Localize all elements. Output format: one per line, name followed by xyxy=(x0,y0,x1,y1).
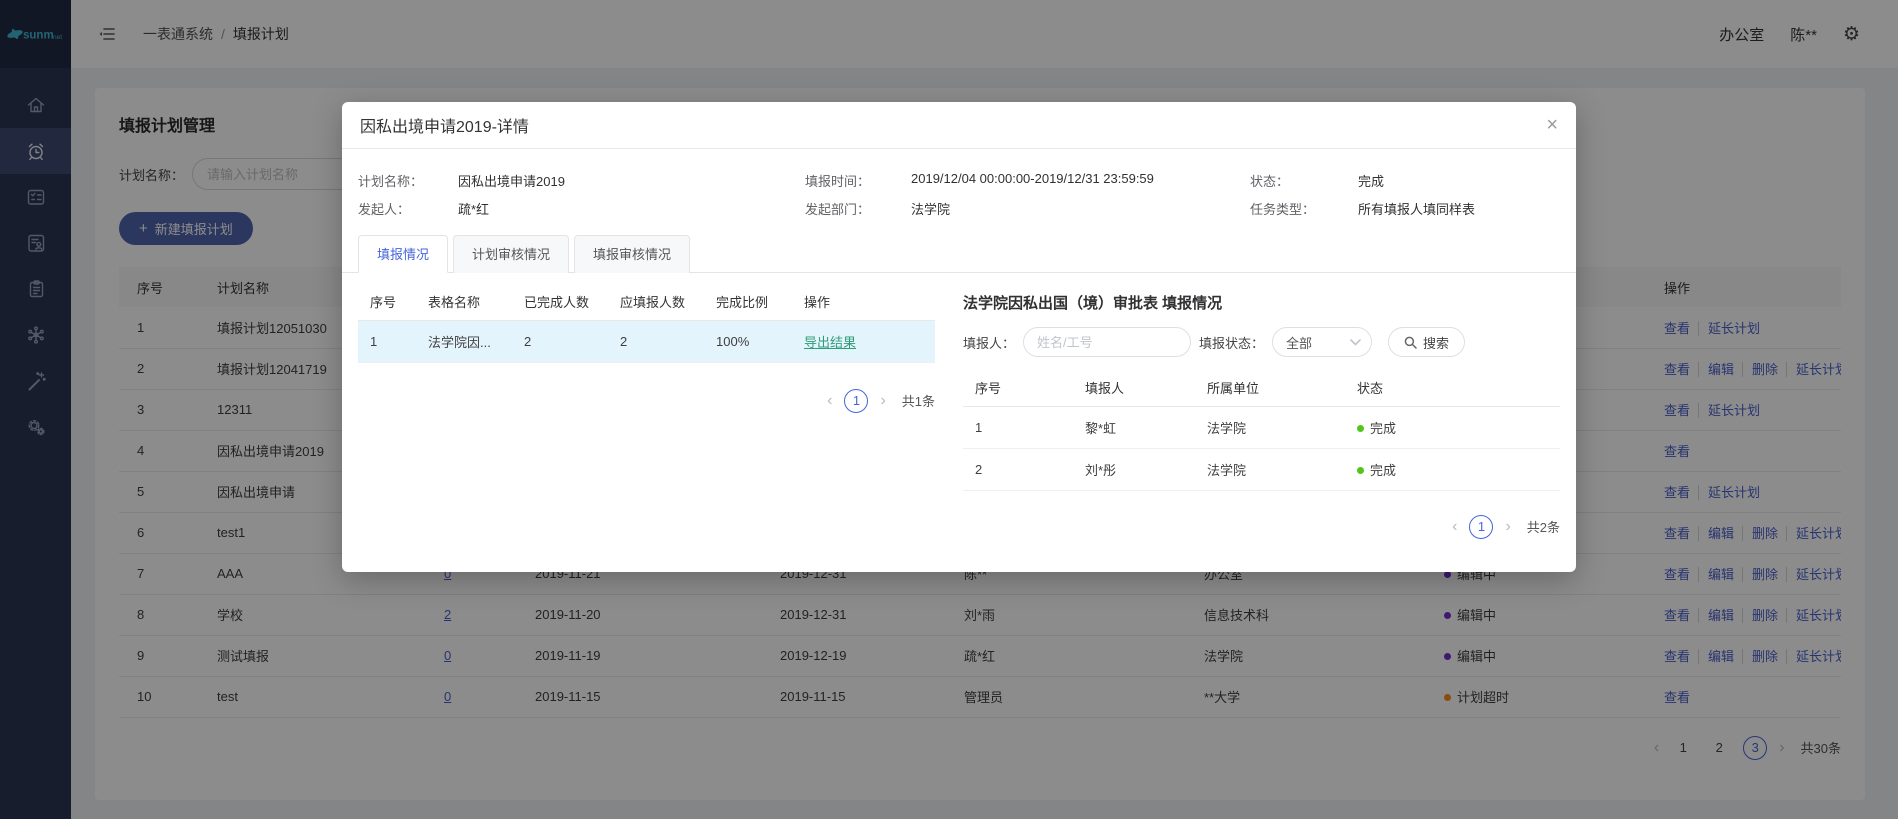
form-row[interactable]: 1法学院因...22100%导出结果 xyxy=(358,320,935,362)
task-type-label: 任务类型： xyxy=(1250,199,1358,218)
forms-table-header-row: 序号 表格名称 已完成人数 应填报人数 完成比例 操作 xyxy=(358,283,935,320)
forms-col-no: 序号 xyxy=(358,283,416,320)
form-name: 法学院因... xyxy=(416,320,512,362)
completion-ratio: 100% xyxy=(704,320,792,362)
reporter-unit: 法学院 xyxy=(1195,406,1345,448)
reporter-row: 2刘*彤法学院 完成 xyxy=(963,448,1560,490)
report-time-label: 填报时间： xyxy=(805,171,911,190)
detail-filter-row: 填报人： 填报状态： 全部 搜索 xyxy=(963,327,1560,357)
modal-tabs: 填报情况 计划审核情况 填报审核情况 xyxy=(342,234,1576,273)
page-button[interactable]: 1 xyxy=(844,389,868,413)
prev-page-icon[interactable]: ‹ xyxy=(1452,519,1457,535)
status-label: 状态： xyxy=(1250,171,1358,190)
done-count: 2 xyxy=(512,320,608,362)
initiator-value: 疏*红 xyxy=(458,199,489,218)
row-actions: 导出结果 xyxy=(792,320,935,362)
forms-table-body: 1法学院因...22100%导出结果 xyxy=(358,320,935,362)
reporter-name: 黎*虹 xyxy=(1073,406,1195,448)
total-count: 共1条 xyxy=(902,391,935,410)
tab-report-review[interactable]: 填报审核情况 xyxy=(574,235,690,273)
row-index: 1 xyxy=(358,320,416,362)
status-text: 完成 xyxy=(1370,421,1396,436)
reporter-row: 1黎*虹法学院 完成 xyxy=(963,406,1560,448)
init-department-label: 发起部门： xyxy=(805,199,911,218)
initiator-label: 发起人： xyxy=(358,199,458,218)
detail-col-status: 状态 xyxy=(1345,369,1560,406)
chevron-down-icon xyxy=(1350,339,1361,346)
plan-name-value: 因私出境申请2019 xyxy=(458,171,565,190)
total-count: 共2条 xyxy=(1527,517,1560,536)
row-index: 2 xyxy=(963,448,1073,490)
task-type-value: 所有填报人填同样表 xyxy=(1358,199,1475,218)
status-cell: 完成 xyxy=(1345,406,1560,448)
form-detail-panel: 法学院因私出国（境）审批表 填报情况 填报人： 填报状态： 全部 搜索 xyxy=(963,279,1560,539)
status-cell: 完成 xyxy=(1345,448,1560,490)
export-result-link[interactable]: 导出结果 xyxy=(804,335,856,350)
detail-pagination: ‹ 1 › 共2条 xyxy=(963,515,1560,539)
next-page-icon[interactable]: › xyxy=(880,393,885,409)
init-department-value: 法学院 xyxy=(911,199,950,218)
detail-col-no: 序号 xyxy=(963,369,1073,406)
search-button[interactable]: 搜索 xyxy=(1388,327,1465,357)
plan-info-section: 计划名称：因私出境申请2019 发起人：疏*红 填报时间：2019/12/04 … xyxy=(342,149,1576,234)
detail-table-body: 1黎*虹法学院完成2刘*彤法学院完成 xyxy=(963,406,1560,490)
status-value: 完成 xyxy=(1358,171,1384,190)
tab-report-status[interactable]: 填报情况 xyxy=(358,235,448,273)
search-icon xyxy=(1404,336,1417,349)
close-icon[interactable]: × xyxy=(1546,115,1558,135)
page-button[interactable]: 1 xyxy=(1469,515,1493,539)
prev-page-icon[interactable]: ‹ xyxy=(827,393,832,409)
reporter-name: 刘*彤 xyxy=(1073,448,1195,490)
forms-col-ratio: 完成比例 xyxy=(704,283,792,320)
forms-col-name: 表格名称 xyxy=(416,283,512,320)
plan-name-label: 计划名称： xyxy=(358,171,458,190)
next-page-icon[interactable]: › xyxy=(1505,519,1510,535)
report-status-select[interactable]: 全部 xyxy=(1272,327,1372,357)
reporter-filter-input[interactable] xyxy=(1023,327,1191,357)
forms-summary-panel: 序号 表格名称 已完成人数 应填报人数 完成比例 操作 1法学院因...2210… xyxy=(358,279,935,539)
required-count: 2 xyxy=(608,320,704,362)
reporter-filter-label: 填报人： xyxy=(963,333,1015,352)
status-dot xyxy=(1357,467,1364,474)
forms-pagination: ‹ 1 › 共1条 xyxy=(358,389,935,413)
detail-col-reporter: 填报人 xyxy=(1073,369,1195,406)
report-time-value: 2019/12/04 00:00:00-2019/12/31 23:59:59 xyxy=(911,171,1154,190)
detail-table: 序号 填报人 所属单位 状态 1黎*虹法学院完成2刘*彤法学院完成 xyxy=(963,369,1560,491)
reporter-unit: 法学院 xyxy=(1195,448,1345,490)
form-detail-title: 法学院因私出国（境）审批表 填报情况 xyxy=(963,292,1560,313)
forms-col-required: 应填报人数 xyxy=(608,283,704,320)
forms-table: 序号 表格名称 已完成人数 应填报人数 完成比例 操作 1法学院因...2210… xyxy=(358,283,935,363)
search-button-label: 搜索 xyxy=(1423,333,1449,352)
status-text: 完成 xyxy=(1370,463,1396,478)
plan-detail-modal: 因私出境申请2019-详情 × 计划名称：因私出境申请2019 发起人：疏*红 … xyxy=(342,102,1576,572)
modal-header: 因私出境申请2019-详情 × xyxy=(342,102,1576,149)
detail-col-unit: 所属单位 xyxy=(1195,369,1345,406)
modal-title: 因私出境申请2019-详情 xyxy=(360,113,529,137)
report-status-selected-value: 全部 xyxy=(1286,333,1312,352)
report-status-filter-label: 填报状态： xyxy=(1199,333,1264,352)
forms-col-actions: 操作 xyxy=(792,283,935,320)
detail-table-header-row: 序号 填报人 所属单位 状态 xyxy=(963,369,1560,406)
forms-col-done: 已完成人数 xyxy=(512,283,608,320)
tab-plan-review[interactable]: 计划审核情况 xyxy=(453,235,569,273)
status-dot xyxy=(1357,425,1364,432)
row-index: 1 xyxy=(963,406,1073,448)
